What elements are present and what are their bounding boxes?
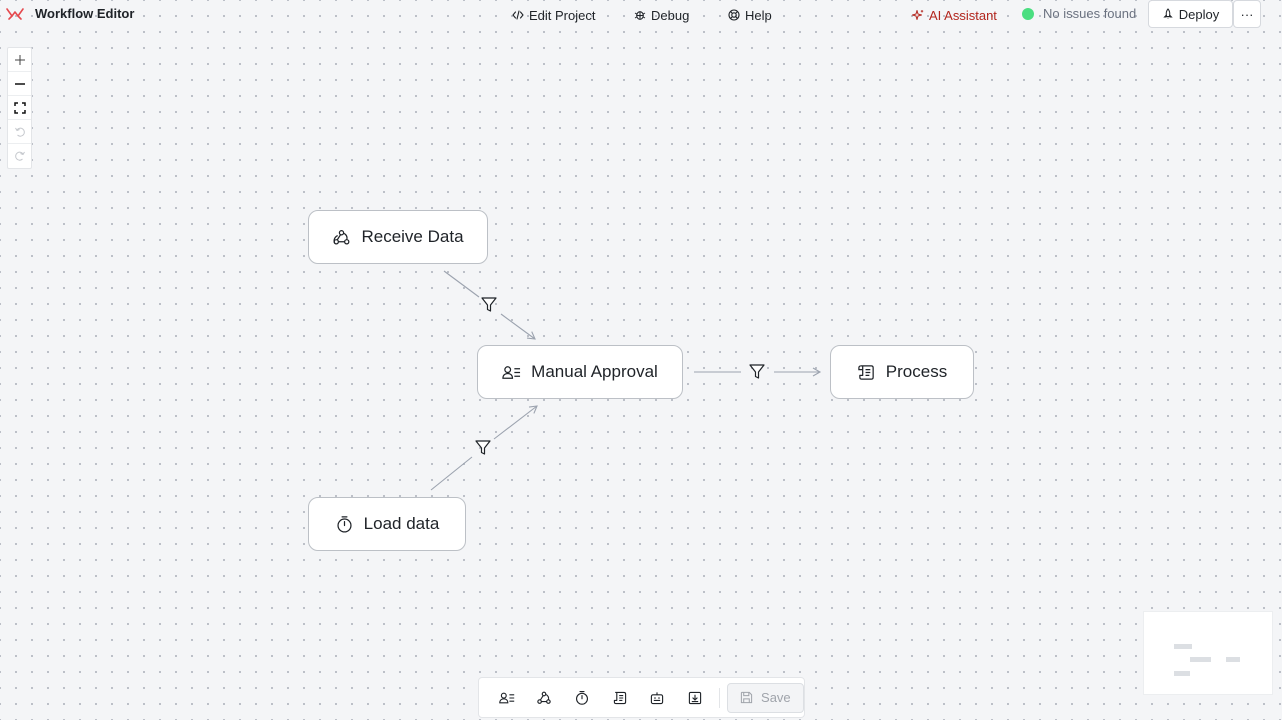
edge-filter-icon[interactable] <box>475 440 491 455</box>
zoom-out-button[interactable] <box>8 72 31 96</box>
debug-button[interactable]: Debug <box>634 5 689 25</box>
node-manual-approval[interactable]: Manual Approval <box>477 345 683 399</box>
ai-assistant-button[interactable]: AI Assistant <box>912 5 997 25</box>
more-icon: ··· <box>1240 6 1254 22</box>
minimap-node <box>1174 671 1190 676</box>
add-script-button[interactable] <box>601 683 639 713</box>
status-indicator: No issues found <box>1022 6 1136 21</box>
edit-project-label: Edit Project <box>529 7 596 23</box>
top-bar: Workflow Editor Edit Project Debug Help … <box>0 0 1282 30</box>
logo-icon <box>6 8 24 20</box>
minimap-node <box>1190 657 1211 662</box>
minimap[interactable] <box>1143 611 1273 695</box>
deploy-label: Deploy <box>1178 6 1220 22</box>
bug-icon <box>634 11 646 20</box>
zoom-in-button[interactable] <box>8 48 31 72</box>
script-icon <box>613 691 626 704</box>
timer-icon <box>337 515 352 533</box>
download-box-icon <box>688 691 702 704</box>
save-button[interactable]: Save <box>726 682 804 713</box>
redo-icon <box>14 151 25 161</box>
minimap-node <box>1174 644 1192 649</box>
add-approval-button[interactable] <box>488 683 526 713</box>
bottom-toolbar: Save <box>478 677 805 718</box>
node-receive-data[interactable]: Receive Data <box>308 210 488 264</box>
edge-load-to-approval[interactable] <box>430 405 538 491</box>
node-label: Load data <box>363 514 440 533</box>
code-icon <box>512 10 524 20</box>
undo-icon <box>14 127 25 137</box>
save-icon <box>740 691 753 704</box>
debug-label: Debug <box>651 7 690 23</box>
plus-icon <box>14 54 25 65</box>
bot-icon <box>651 691 664 704</box>
add-timer-button[interactable] <box>563 683 601 713</box>
undo-button[interactable] <box>8 120 31 144</box>
user-list-icon <box>502 365 521 379</box>
ai-assistant-label: AI Assistant <box>929 7 997 23</box>
timer-icon <box>576 690 589 705</box>
user-list-icon <box>499 692 515 703</box>
zoom-controls <box>7 47 32 169</box>
node-load-data[interactable]: Load data <box>308 497 466 551</box>
edge-filter-icon[interactable] <box>481 297 497 312</box>
help-icon <box>728 9 740 21</box>
fit-view-icon <box>13 101 26 114</box>
edit-project-button[interactable]: Edit Project <box>512 5 595 25</box>
add-load-button[interactable] <box>676 683 714 713</box>
add-webhook-button[interactable] <box>526 683 564 713</box>
redo-button[interactable] <box>8 144 31 168</box>
node-label: Receive Data <box>361 227 464 246</box>
help-button[interactable]: Help <box>728 5 772 25</box>
toolbar-divider <box>718 687 720 708</box>
minus-icon <box>14 82 25 85</box>
webhook-icon <box>333 229 350 244</box>
save-label: Save <box>761 690 791 705</box>
deploy-button[interactable]: Deploy <box>1148 0 1233 28</box>
rocket-icon <box>1163 8 1173 19</box>
minimap-node <box>1226 657 1240 662</box>
node-process[interactable]: Process <box>830 345 974 399</box>
more-options-button[interactable]: ··· <box>1233 0 1261 28</box>
sparkle-icon <box>912 10 924 20</box>
status-dot <box>1022 7 1034 20</box>
node-label: Manual Approval <box>531 362 658 381</box>
node-label: Process <box>885 362 948 381</box>
app-title: Workflow Editor <box>35 6 135 21</box>
script-icon <box>858 364 874 380</box>
fit-view-button[interactable] <box>8 96 31 120</box>
add-bot-button[interactable] <box>639 683 677 713</box>
status-text: No issues found <box>1043 6 1137 21</box>
webhook-icon <box>537 691 552 704</box>
edge-filter-icon[interactable] <box>749 364 765 379</box>
help-label: Help <box>745 7 772 23</box>
edge-receive-to-approval[interactable] <box>443 270 536 340</box>
